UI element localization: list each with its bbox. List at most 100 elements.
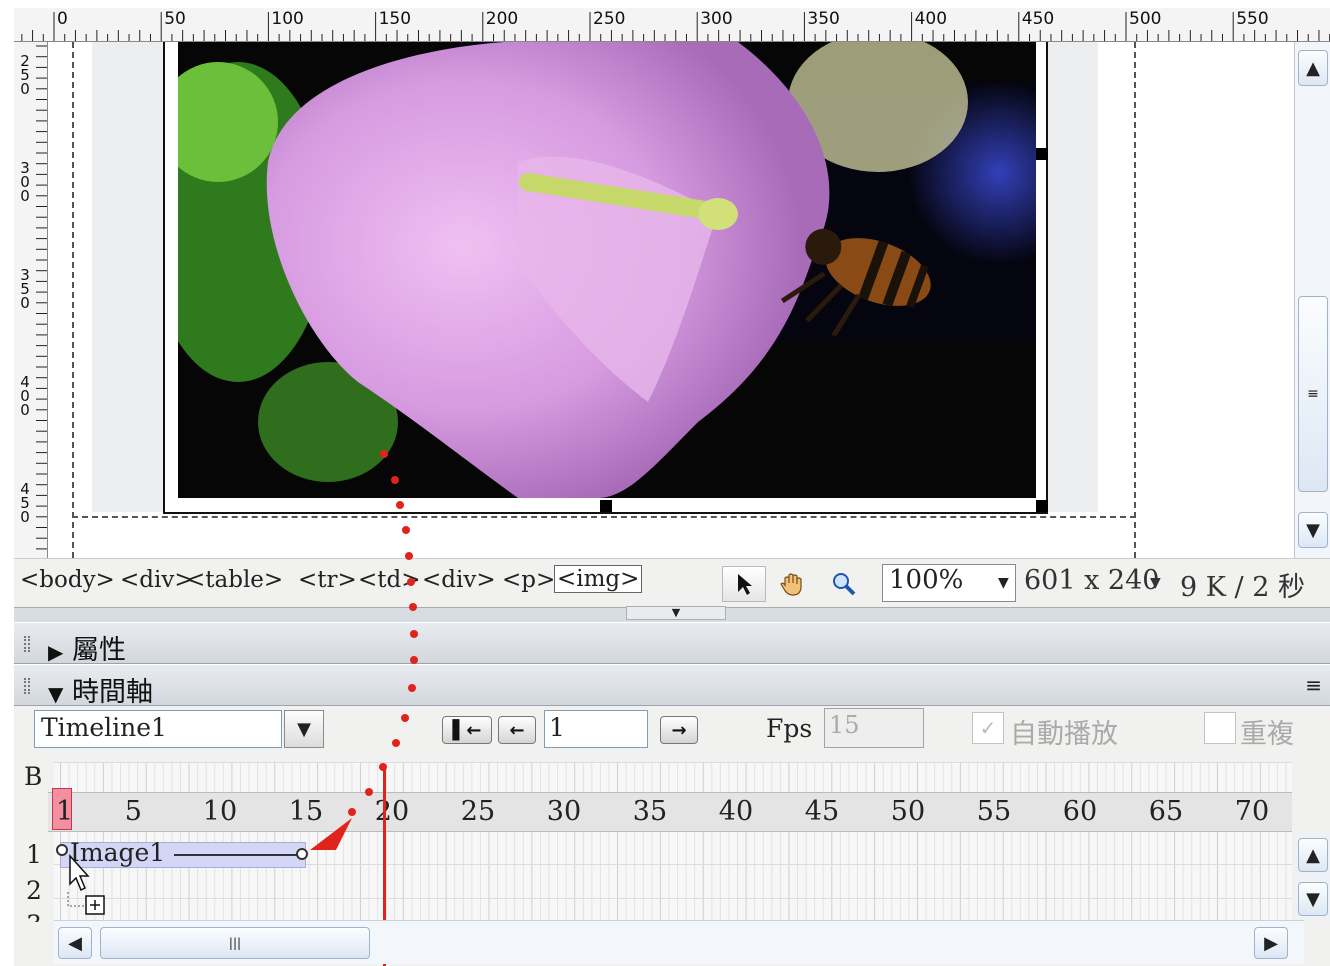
timeline-vertical-scrollbar[interactable]: ▲ ▼ [1296,832,1330,920]
ruler-label: 400 [20,373,30,419]
annotation-dot [392,739,400,747]
annotation-dot [410,630,418,638]
timeline-horizontal-scrollbar[interactable]: ◀ ||| ▶ [54,920,1304,964]
back-button[interactable]: ← [498,716,536,744]
forward-arrow-icon: → [671,719,687,741]
tag-table[interactable]: <table> [186,567,283,593]
tag-body[interactable]: <body> [20,567,115,593]
frame-number[interactable]: 20 [375,796,409,827]
timeline-panel-header[interactable]: ▼ 時間軸 ≡ [14,664,1330,708]
frame-number[interactable]: 1 [56,796,73,827]
autoplay-checkbox[interactable]: ✓ [972,712,1004,744]
panel-grip-icon[interactable] [24,678,30,694]
timeline-select[interactable]: Timeline1 [34,710,282,748]
frame-number[interactable]: 60 [1063,796,1097,827]
frame-number[interactable]: 40 [719,796,753,827]
annotation-dot [405,552,413,560]
hand-tool-button[interactable] [770,566,814,602]
ruler-label: 150 [378,9,412,29]
back-arrow-icon: ← [509,719,525,741]
scroll-up-icon[interactable]: ▲ [1298,50,1328,86]
annotation-dot [409,603,417,611]
download-size-time: 9 K / 2 秒 [1180,572,1305,603]
frame-input[interactable]: 1 [544,710,648,748]
loop-checkbox[interactable] [1204,712,1236,744]
tag-tr[interactable]: <tr> [298,567,357,593]
design-canvas[interactable] [48,42,1294,558]
scroll-thumb[interactable]: ||| [100,927,370,959]
ruler-label: 200 [485,9,519,29]
properties-panel-title: 屬性 [71,635,126,666]
ruler-label: 500 [1129,9,1162,29]
ruler-label: 300 [700,9,733,29]
annotation-dot [407,578,415,586]
zoom-select[interactable]: 100% [882,564,1016,602]
guide-line [72,42,74,558]
ruler-label: 350 [807,9,840,29]
status-bar: <body> <div> <table> <tr> <td> <div> <p>… [14,558,1330,608]
hand-icon [780,573,802,596]
bee-flower-photo[interactable] [178,42,1036,498]
resize-handle[interactable] [1036,500,1048,512]
animation-line [174,854,302,856]
row-label-1: 1 [26,840,42,869]
row-label-3: 3 [26,910,42,922]
pointer-tool-button[interactable] [722,566,766,602]
frame-number[interactable]: 30 [547,796,581,827]
frame-number[interactable]: 65 [1149,796,1183,827]
scroll-down-icon[interactable]: ▼ [1298,882,1328,916]
ruler-label: 300 [20,159,30,205]
timeline-panel-title: 時間軸 [71,677,153,708]
frame-number[interactable]: 5 [125,796,142,827]
frame-number[interactable]: 55 [977,796,1011,827]
frame-number[interactable]: 35 [633,796,667,827]
frame-number[interactable]: 45 [805,796,839,827]
ruler-label: 50 [164,9,186,29]
tag-img-selected[interactable]: <img> [554,565,643,593]
properties-panel-header[interactable]: ▶ 屬性 [14,622,1330,666]
panel-grip-icon[interactable] [24,636,30,652]
frame-number[interactable]: 50 [891,796,925,827]
resize-handle[interactable] [1036,148,1048,160]
frame-number[interactable]: 10 [203,796,237,827]
annotation-dot [408,684,416,692]
guide-line [1134,42,1136,558]
row-label-2: 2 [26,876,42,905]
ruler-label: 250 [593,9,626,29]
resize-handle[interactable] [600,500,612,512]
loop-label: 重複 [1240,719,1294,750]
canvas-vertical-scrollbar[interactable]: ▲ ≡ ▼ [1294,42,1330,558]
zoom-tool-button[interactable] [822,566,866,602]
annotation-dot [380,450,388,458]
annotation-dot [391,476,399,484]
tag-div[interactable]: <div> [120,567,194,593]
collapse-arrow-icon: ▼ [48,682,64,706]
scroll-right-icon[interactable]: ▶ [1254,927,1288,959]
rewind-to-start-button[interactable]: ▌← [442,716,492,744]
tag-div-inner[interactable]: <div> [422,567,496,593]
scroll-up-icon[interactable]: ▲ [1298,838,1328,872]
collapse-panels-icon[interactable]: ▼ [626,606,726,620]
vertical-ruler: 250 300 350 400 450 [14,42,48,558]
scroll-thumb[interactable]: ≡ [1298,296,1328,492]
chevron-down-icon[interactable]: ▼ [284,710,324,748]
window-size[interactable]: 601 x 240 [1024,565,1159,596]
frame-number[interactable]: 25 [461,796,495,827]
ruler-label: 250 [20,52,30,98]
ruler-label: 400 [914,9,948,29]
chevron-down-icon[interactable]: ▼ [998,575,1009,591]
play-button[interactable]: → [660,716,698,744]
fps-input[interactable]: 15 [824,708,924,748]
scroll-left-icon[interactable]: ◀ [58,927,92,959]
panel-options-icon[interactable]: ≡ [1305,673,1322,697]
zoom-icon [833,573,856,596]
window-size-dropdown-icon[interactable]: ▼ [1150,575,1161,591]
tag-p[interactable]: <p> [502,567,555,593]
scroll-down-icon[interactable]: ▼ [1298,512,1328,548]
ruler-label: 450 [1021,9,1055,29]
pointer-icon [738,574,752,595]
annotation-dot [365,788,373,796]
frame-number[interactable]: 70 [1235,796,1269,827]
move-cursor-icon [67,854,105,915]
autoplay-label: 自動播放 [1010,719,1118,750]
